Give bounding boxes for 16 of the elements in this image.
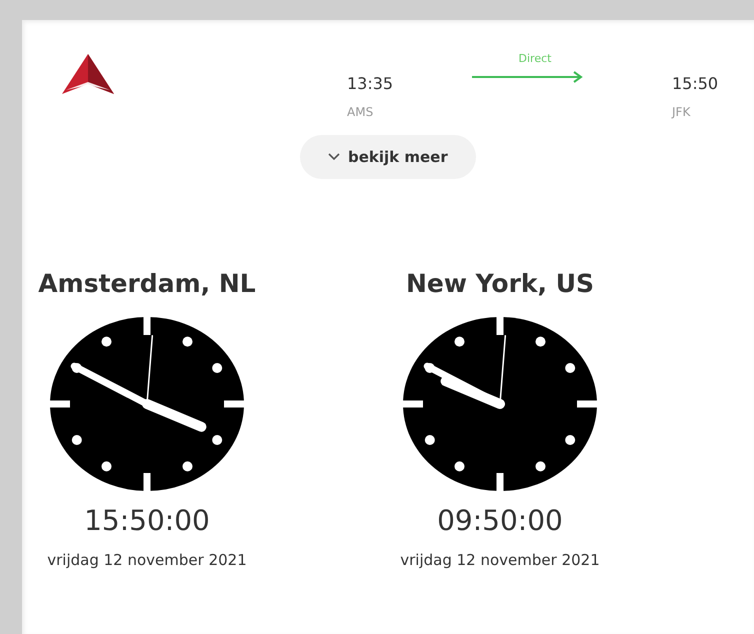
arrival-airport: JFK <box>672 105 692 119</box>
clock-icon <box>402 316 598 492</box>
clock-date: vrijdag 12 november 2021 <box>47 551 247 569</box>
expand-button[interactable]: bekijk meer <box>300 135 476 179</box>
arrival-time: 15:50 <box>672 74 718 93</box>
clock-date: vrijdag 12 november 2021 <box>400 551 600 569</box>
stop-type: Direct <box>518 52 552 65</box>
clock-time: 09:50:00 <box>437 504 563 537</box>
chevron-down-icon <box>328 153 340 161</box>
arrow-icon <box>472 71 584 83</box>
departure-time: 13:35 <box>347 74 394 93</box>
clock-icon <box>49 316 245 492</box>
city-name: Amsterdam, NL <box>38 269 256 298</box>
departure-airport: AMS <box>347 105 374 119</box>
city-name: New York, US <box>406 269 594 298</box>
clock-time: 15:50:00 <box>84 504 210 537</box>
